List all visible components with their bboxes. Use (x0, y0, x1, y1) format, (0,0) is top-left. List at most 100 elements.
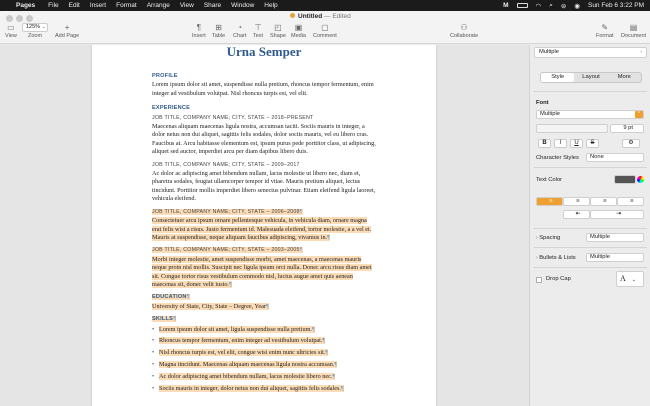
job2-title[interactable]: JOB TITLE, COMPANY NAME; CITY, STATE – 2… (152, 161, 376, 169)
control-center-icon[interactable]: ⊜ (561, 2, 566, 10)
menu-window[interactable]: Window (231, 2, 254, 9)
job2-text[interactable]: Ac dolor ac adipiscing amet bibendum nul… (152, 170, 376, 204)
align-left-button[interactable]: ≡ (536, 197, 563, 206)
bullets-row[interactable]: › Bullets & Lists (536, 255, 576, 261)
education-heading[interactable]: EDUCATION (152, 294, 187, 301)
siri-icon[interactable]: ◉ (574, 2, 580, 10)
menu-edit[interactable]: Edit (69, 2, 80, 9)
search-icon[interactable]: ⌕ (549, 2, 553, 10)
job3-text[interactable]: Consectetuer arcu ipsum ornare pellentes… (152, 217, 372, 241)
font-typeface-dropdown[interactable] (536, 124, 608, 133)
view-button[interactable]: ▭ View (5, 23, 17, 39)
align-center-button[interactable]: ≡ (563, 197, 590, 206)
table-button[interactable]: ⊞ Table (212, 23, 225, 39)
chart-icon: ◔ (237, 23, 243, 32)
profile-text[interactable]: Lorem ipsum dolor sit amet, suspendisse … (152, 81, 376, 98)
bullets-dropdown[interactable]: Multiple (586, 253, 644, 262)
align-justify-button[interactable]: ≡ (617, 197, 644, 206)
job1-title[interactable]: JOB TITLE, COMPANY NAME; CITY, STATE – 2… (152, 114, 376, 122)
menu-insert[interactable]: Insert (90, 2, 106, 9)
document-title[interactable]: Untitled — Edited (290, 13, 351, 20)
tab-more[interactable]: More (608, 73, 641, 82)
paragraph-style-dropdown[interactable]: Multiple › (534, 47, 647, 58)
insert-label: Insert (192, 33, 206, 39)
decrease-indent-button[interactable]: ⇤ (563, 210, 590, 219)
increase-indent-button[interactable]: ⇥ (590, 210, 644, 219)
media-button[interactable]: ▣ Media (291, 23, 306, 39)
disclosure-triangle-icon: › (536, 255, 538, 261)
job3-title-wrap: JOB TITLE, COMPANY NAME; CITY, STATE – 2… (152, 208, 376, 216)
experience-heading[interactable]: EXPERIENCE (152, 104, 376, 112)
drop-cap-label: Drop Cap (546, 276, 571, 282)
add-page-button[interactable]: + Add Page (55, 23, 79, 39)
menu-view[interactable]: View (180, 2, 194, 9)
list-item[interactable]: Sociis mauris in integer, dolor netus no… (152, 385, 376, 394)
list-item[interactable]: Ac dolor adipiscing amet bibendum nullam… (152, 373, 376, 382)
divider (534, 247, 647, 248)
format-button[interactable]: ✎ Format (596, 23, 613, 39)
menu-app-pages[interactable]: Pages (16, 2, 35, 9)
zoom-dropdown[interactable]: 125% ⌄ (22, 23, 48, 32)
skills-heading[interactable]: SKILLS (152, 316, 174, 323)
menu-file[interactable]: File (48, 2, 58, 9)
profile-heading[interactable]: PROFILE (152, 72, 376, 80)
pilcrow-mark: ¶ (311, 325, 315, 333)
m-app-icon[interactable]: M (503, 2, 508, 9)
paragraph-style-value: Multiple (539, 49, 559, 55)
bold-button[interactable]: B (538, 139, 551, 148)
spacing-dropdown[interactable]: Multiple (586, 233, 644, 242)
dropdown-arrows-icon: ⌃ (635, 111, 643, 118)
list-item[interactable]: Lorem ipsum dolor sit amet, ligula suspe… (152, 325, 376, 334)
menu-format[interactable]: Format (116, 2, 137, 9)
menu-help[interactable]: Help (264, 2, 277, 9)
list-item[interactable]: Magna tincidunt. Maecenas aliquam maecen… (152, 361, 376, 370)
education-text[interactable]: University of State, City, State – Degre… (152, 302, 266, 310)
text-color-well[interactable] (614, 175, 636, 184)
resume-body[interactable]: Urna Semper PROFILE Lorem ipsum dolor si… (152, 45, 376, 397)
menu-share[interactable]: Share (204, 2, 221, 9)
job4-title-wrap: JOB TITLE, COMPANY NAME; CITY, STATE – 2… (152, 246, 376, 254)
job4-text[interactable]: Morbi integer molestie, amet suspendisse… (152, 255, 372, 288)
tab-layout[interactable]: Layout (574, 73, 607, 82)
shape-button[interactable]: ◰ Shape (270, 23, 286, 39)
document-page[interactable]: Urna Semper PROFILE Lorem ipsum dolor si… (92, 45, 436, 406)
wifi-icon[interactable]: ◠ (536, 2, 542, 10)
text-button[interactable]: ⊤ Text (253, 23, 263, 39)
insert-button[interactable]: ¶ Insert (192, 23, 206, 39)
menubar-clock[interactable]: Sun Feb 6 3:22 PM (588, 2, 644, 9)
document-canvas[interactable]: Urna Semper PROFILE Lorem ipsum dolor si… (0, 45, 529, 406)
strikethrough-button[interactable]: S (586, 139, 599, 148)
tab-style[interactable]: Style (541, 73, 575, 82)
font-family-dropdown[interactable]: Multiple ⌃ (536, 110, 644, 119)
document-button[interactable]: ▤ Document (621, 23, 646, 39)
italic-button[interactable]: I (554, 139, 567, 148)
job3-title[interactable]: JOB TITLE, COMPANY NAME; CITY, STATE – 2… (152, 208, 300, 215)
fullscreen-window-button[interactable] (26, 15, 33, 22)
underline-button[interactable]: U (570, 139, 583, 148)
list-item[interactable]: Nisl rhoncus turpis est, vel elit, congu… (152, 349, 376, 358)
collaborate-button[interactable]: ⚇ Collaborate (450, 23, 478, 39)
job1-text[interactable]: Maecenas aliquam maecenas ligula nostra,… (152, 123, 376, 157)
align-right-button[interactable]: ≡ (590, 197, 617, 206)
spacing-row[interactable]: › Spacing (536, 235, 560, 241)
resume-name[interactable]: Urna Semper (152, 45, 376, 59)
disclosure-triangle-icon: › (536, 235, 538, 241)
collaborate-label: Collaborate (450, 33, 479, 39)
comment-button[interactable]: ▢ Comment (313, 23, 337, 39)
font-size-field[interactable]: 9 pt (610, 124, 644, 133)
drop-cap-style-picker[interactable]: A ⌄ (616, 271, 644, 287)
drop-cap-checkbox[interactable] (536, 277, 542, 283)
minimize-window-button[interactable] (16, 15, 23, 22)
list-item[interactable]: Rhoncus tempor fermentum, enim integer a… (152, 337, 376, 346)
text-options-gear-icon[interactable]: ⚙ (622, 139, 640, 148)
job4-title[interactable]: JOB TITLE, COMPANY NAME; CITY, STATE – 2… (152, 247, 300, 254)
skill-text: Magna tincidunt. Maecenas aliquam maecen… (159, 361, 335, 369)
chart-button[interactable]: ◔ Chart (233, 23, 246, 39)
close-window-button[interactable] (6, 15, 13, 22)
battery-icon[interactable] (516, 3, 528, 8)
menu-arrange[interactable]: Arrange (147, 2, 170, 9)
character-styles-dropdown[interactable]: None (586, 153, 644, 162)
comment-label: Comment (313, 33, 337, 39)
color-wheel-icon[interactable] (637, 176, 644, 183)
chevron-down-icon: ⌄ (631, 278, 636, 283)
